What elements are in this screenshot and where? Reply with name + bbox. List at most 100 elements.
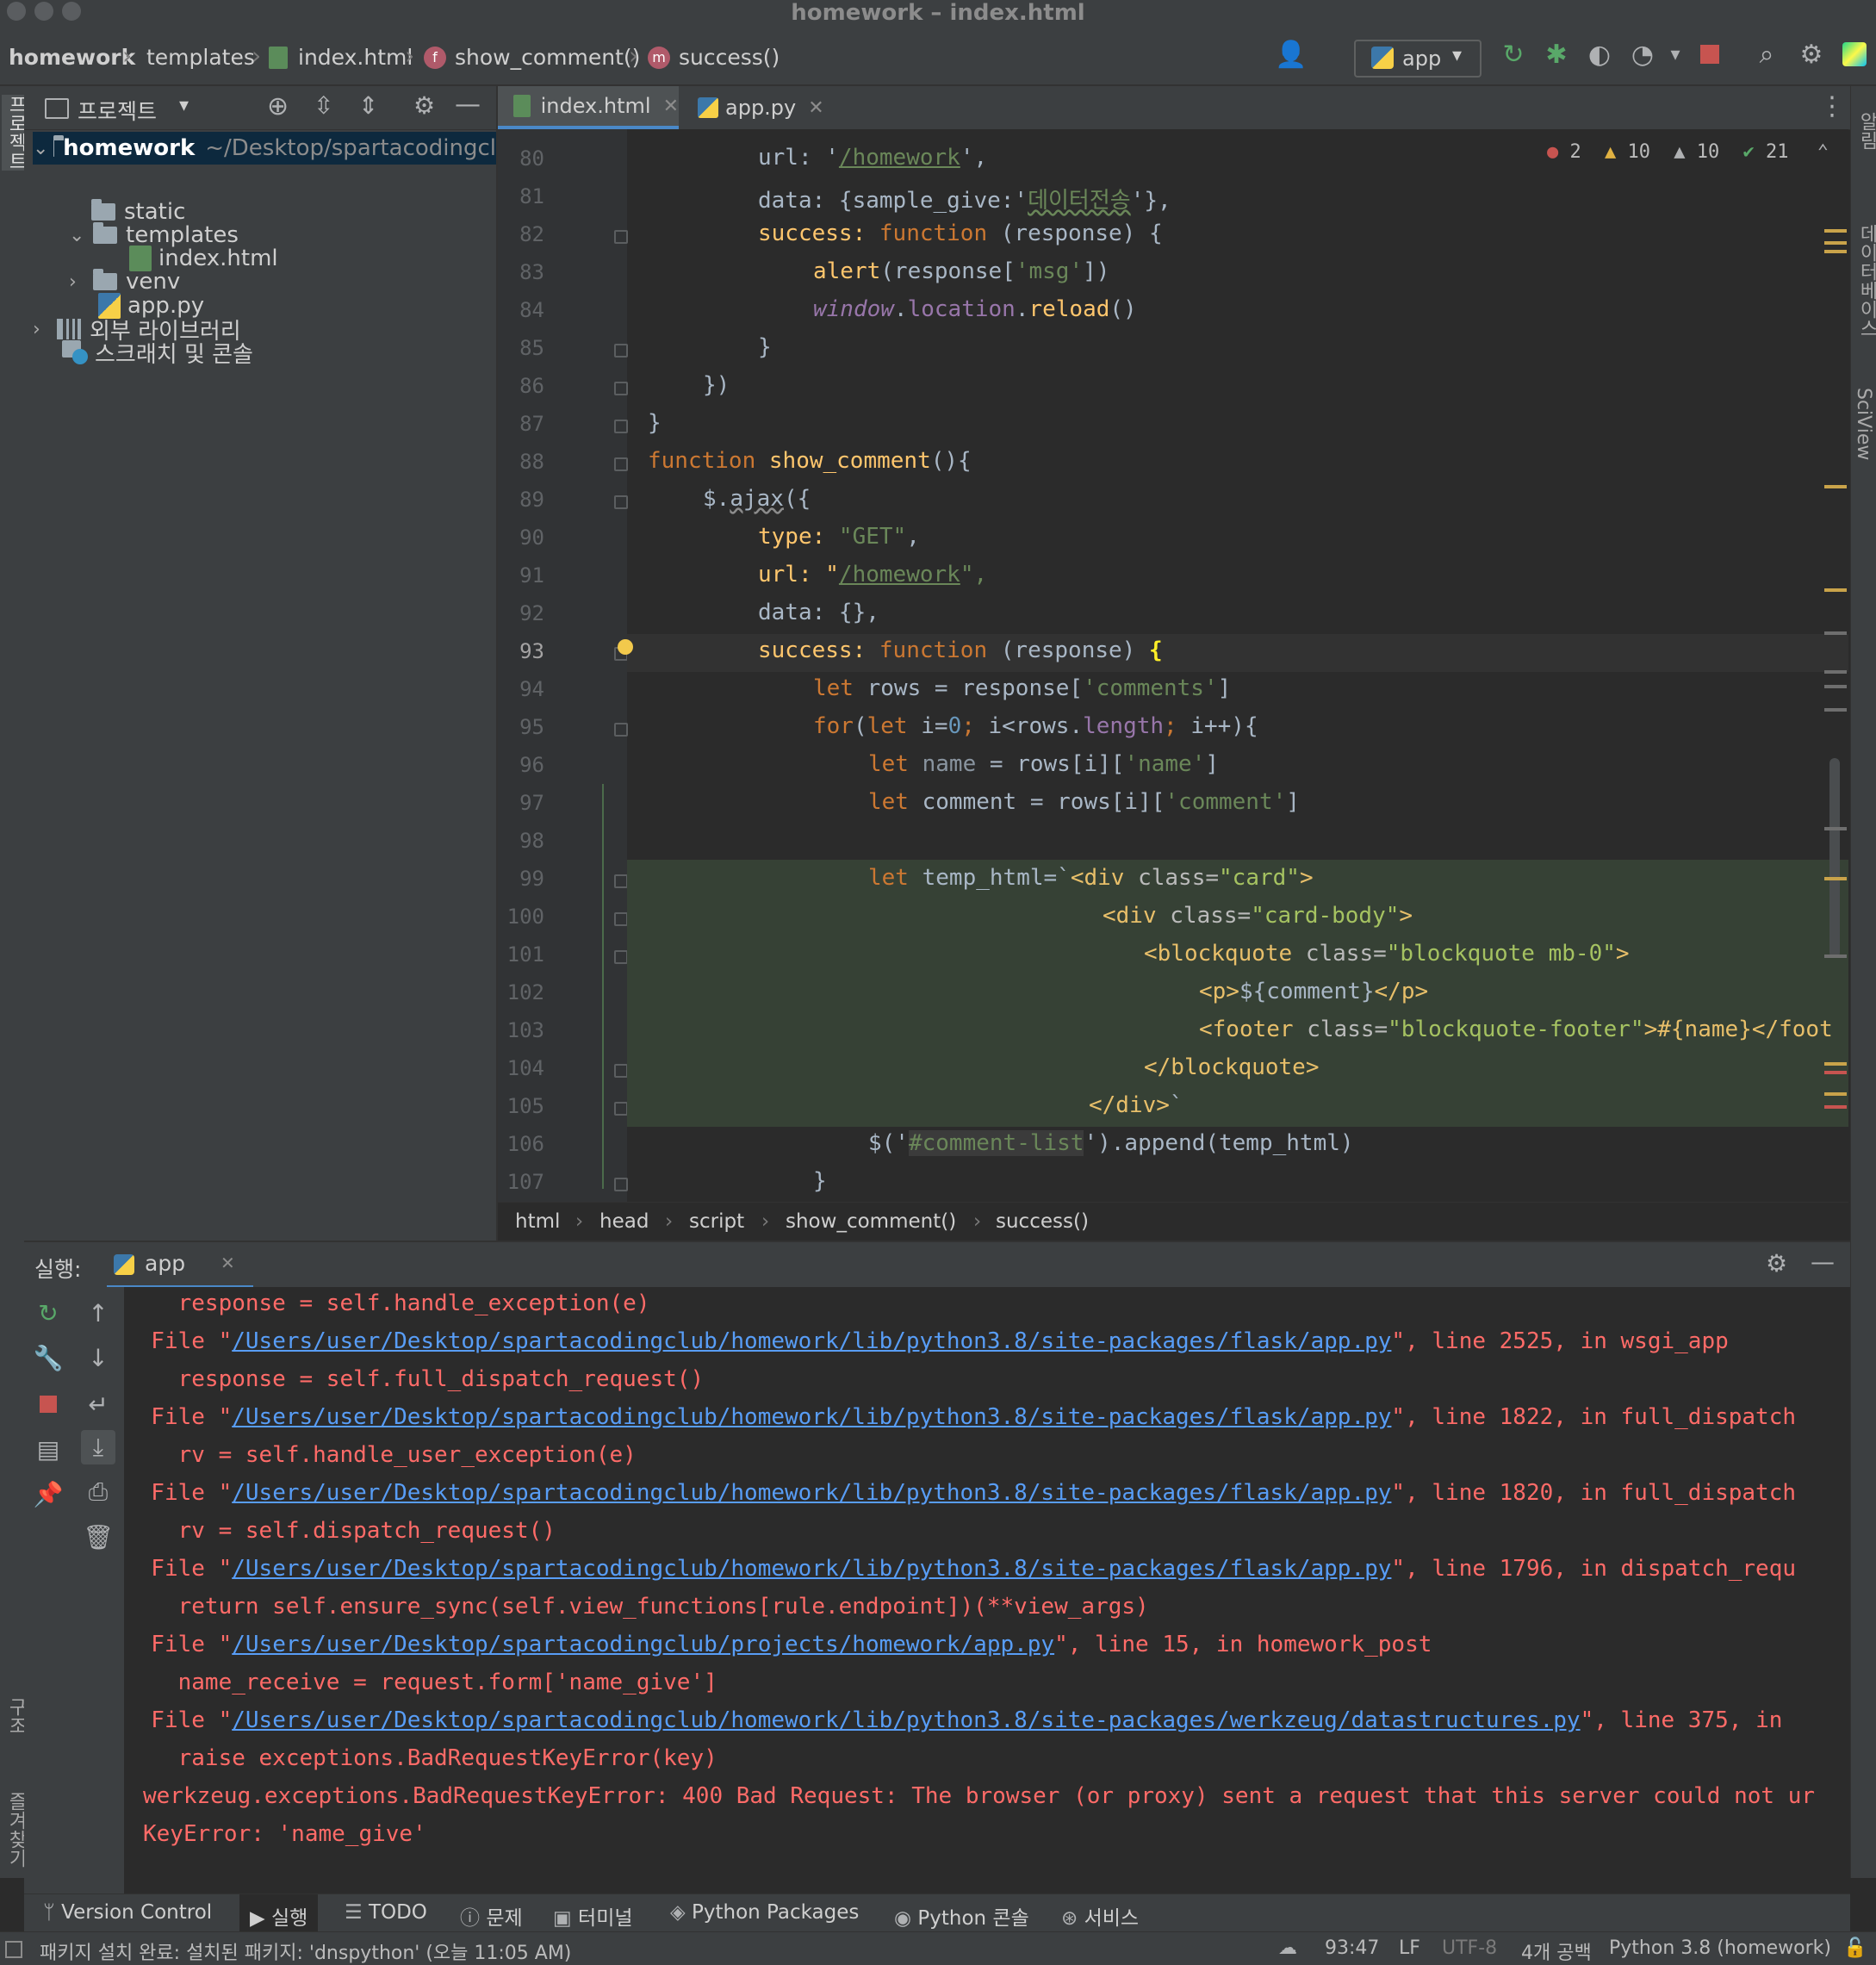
collapse-all-icon[interactable]: ⇕ [358, 91, 378, 120]
database-tool-button[interactable]: 데이터베이스 [1853, 224, 1876, 338]
error-marker[interactable] [1824, 1071, 1847, 1074]
editor-crumb-success[interactable]: success() [996, 1210, 1089, 1233]
locate-icon[interactable]: ⊕ [267, 91, 289, 121]
gear-icon[interactable]: ⚙ [1795, 38, 1828, 71]
python-interpreter[interactable]: Python 3.8 (homework) [1609, 1937, 1831, 1959]
run-tab-app[interactable]: app ✕ [107, 1242, 253, 1289]
trash-icon[interactable]: 🗑 [81, 1520, 115, 1554]
chevron-up-icon[interactable]: ⌃ [1817, 141, 1829, 163]
tool-services[interactable]: ⊛ 서비스 [1061, 1901, 1139, 1931]
weak-warning-marker[interactable] [1824, 708, 1847, 712]
fold-marker-icon[interactable] [614, 912, 628, 926]
fold-marker-icon[interactable] [614, 1064, 628, 1078]
warning-marker[interactable] [1824, 250, 1847, 253]
profile-icon[interactable]: ◔ [1626, 38, 1659, 71]
lock-icon[interactable]: 🔓 [1843, 1937, 1867, 1959]
chevron-down-icon[interactable]: ▾ [1659, 38, 1692, 71]
tab-index-html[interactable]: index.html ✕ [498, 86, 679, 129]
fold-marker-icon[interactable] [614, 495, 628, 509]
weak-warning-marker[interactable] [1824, 670, 1847, 674]
indent-setting[interactable]: 4개 공백 [1521, 1937, 1592, 1965]
warning-marker[interactable] [1824, 1092, 1847, 1096]
warning-marker[interactable] [1824, 588, 1847, 592]
console-file-link[interactable]: /Users/user/Desktop/spartacodingclub/hom… [232, 1404, 1391, 1430]
layout-icon[interactable]: ▤ [31, 1432, 65, 1466]
account-icon[interactable]: 👤 [1275, 38, 1308, 71]
rerun-icon[interactable]: ↻ [31, 1296, 65, 1330]
stop-icon[interactable] [1693, 38, 1726, 71]
warning-marker[interactable] [1824, 229, 1847, 233]
tab-app-py[interactable]: app.py ✕ [689, 86, 827, 129]
editor-scrollbar[interactable] [1829, 758, 1840, 958]
debug-icon[interactable]: ✱ [1540, 38, 1573, 71]
print-icon[interactable]: ⎙ [81, 1475, 115, 1509]
code-editor[interactable]: 80 81 82 83 84 85 86 87 88 89 90 91 92 93 94 95 96 97 98 99… [498, 129, 1848, 1202]
scroll-to-end-icon[interactable]: ⤓ [81, 1430, 115, 1464]
weak-warning-marker[interactable] [1824, 827, 1847, 830]
gear-icon[interactable]: ⚙ [413, 91, 435, 120]
editor-crumb-html[interactable]: html [515, 1210, 560, 1233]
file-encoding[interactable]: UTF-8 [1442, 1937, 1497, 1959]
run-console[interactable]: response = self.handle_exception(e) File… [124, 1287, 1850, 1893]
weak-warning-marker[interactable] [1824, 955, 1847, 958]
background-tasks-icon[interactable]: ☁ [1278, 1937, 1297, 1959]
caret-position[interactable]: 93:47 [1325, 1937, 1379, 1959]
intention-bulb-icon[interactable] [618, 639, 633, 655]
pin-icon[interactable]: 📌 [31, 1477, 65, 1511]
editor-crumb-script[interactable]: script [689, 1210, 744, 1233]
inspection-widget[interactable]: ● 2 ▲ 10 ▲ 10 ✔ 21 ⌃ ⌄ [1547, 141, 1848, 163]
hide-panel-icon[interactable]: — [1811, 1247, 1835, 1276]
stop-icon[interactable] [31, 1387, 65, 1421]
tree-item-scratches[interactable]: 스크래치 및 콘솔 [62, 336, 253, 369]
warning-marker[interactable] [1824, 1062, 1847, 1066]
breadcrumb-templates[interactable]: templates [146, 45, 255, 70]
warning-marker[interactable] [1824, 241, 1847, 245]
search-icon[interactable]: ⌕ [1750, 38, 1783, 71]
breadcrumb-show-comment[interactable]: show_comment() [455, 45, 640, 70]
fold-marker-icon[interactable] [614, 950, 628, 964]
gear-icon[interactable]: ⚙ [1766, 1249, 1787, 1278]
close-icon[interactable]: ✕ [663, 96, 679, 117]
coverage-icon[interactable]: ◐ [1583, 38, 1616, 71]
breadcrumb-project[interactable]: homework [9, 45, 135, 70]
ide-logo-icon[interactable] [1838, 38, 1871, 71]
notifications-tool-button[interactable]: 알림 [1853, 112, 1876, 150]
tool-problems[interactable]: ⓘ 문제 [460, 1901, 523, 1931]
arrow-down-icon[interactable]: ↓ [81, 1340, 115, 1375]
soft-wrap-icon[interactable]: ↵ [81, 1387, 115, 1421]
run-configuration-select[interactable]: app ▾ [1354, 40, 1482, 78]
fold-marker-icon[interactable] [614, 874, 628, 888]
close-icon[interactable]: ✕ [221, 1253, 235, 1273]
breadcrumb-index-html[interactable]: index.html [298, 45, 413, 70]
tool-python-console[interactable]: ◉ Python 콘솔 [894, 1901, 1029, 1931]
fold-marker-icon[interactable] [614, 723, 628, 737]
console-file-link[interactable]: /Users/user/Desktop/spartacodingclub/hom… [232, 1556, 1391, 1582]
project-view-title[interactable]: 프로젝트 [78, 95, 157, 126]
tool-python-packages[interactable]: ◈ Python Packages [670, 1901, 859, 1924]
console-file-link[interactable]: /Users/user/Desktop/spartacodingclub/hom… [232, 1707, 1580, 1733]
fold-marker-icon[interactable] [614, 382, 628, 395]
fold-marker-icon[interactable] [614, 420, 628, 433]
tool-todo[interactable]: ☰ TODO [345, 1901, 427, 1924]
weak-warning-marker[interactable] [1824, 685, 1847, 688]
rerun-icon[interactable]: ↻ [1497, 38, 1530, 71]
status-message[interactable]: 패키지 설치 완료: 설치된 패키지: 'dnspython' (오늘 11:0… [40, 1937, 571, 1965]
more-tabs-icon[interactable]: ⋮ [1819, 91, 1845, 121]
line-separator[interactable]: LF [1399, 1937, 1420, 1959]
fold-marker-icon[interactable] [614, 1178, 628, 1191]
breadcrumb-success[interactable]: success() [679, 45, 780, 70]
editor-crumb-head[interactable]: head [599, 1210, 649, 1233]
warning-marker[interactable] [1824, 877, 1847, 880]
console-file-link[interactable]: /Users/user/Desktop/spartacodingclub/pro… [232, 1632, 1054, 1657]
wrench-icon[interactable]: 🔧 [31, 1340, 65, 1375]
hide-panel-icon[interactable]: — [455, 90, 481, 120]
sciview-tool-button[interactable]: SciView [1853, 388, 1874, 460]
arrow-up-icon[interactable]: ↑ [81, 1296, 115, 1330]
fold-marker-icon[interactable] [614, 457, 628, 471]
error-marker[interactable] [1824, 1105, 1847, 1109]
expand-all-icon[interactable]: ⇳ [314, 91, 333, 120]
console-file-link[interactable]: /Users/user/Desktop/spartacodingclub/hom… [232, 1328, 1391, 1354]
tool-terminal[interactable]: ▣ 터미널 [553, 1901, 633, 1931]
chevron-down-icon[interactable]: ▾ [179, 95, 189, 116]
weak-warning-marker[interactable] [1824, 631, 1847, 635]
